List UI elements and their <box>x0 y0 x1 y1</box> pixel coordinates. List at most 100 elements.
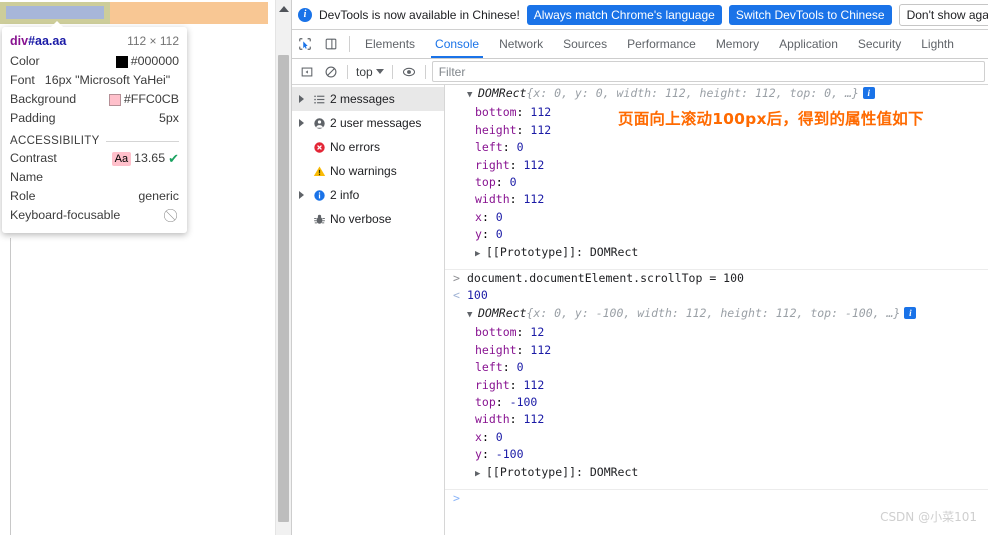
console-object-preview[interactable]: ▼ DOMRect{x: 0, y: -100, width: 112, heig… <box>445 305 988 324</box>
expand-arrow[interactable] <box>294 191 308 199</box>
sidebar-item-errors[interactable]: No errors <box>292 135 444 159</box>
info-badge-icon[interactable]: i <box>904 306 917 319</box>
property-colon: : <box>502 140 517 155</box>
expand-arrow[interactable] <box>294 119 308 127</box>
tooltip-padding-label: Padding <box>10 111 56 125</box>
page-vertical-scrollbar[interactable] <box>275 0 291 535</box>
tooltip-element-id: #aa <box>28 34 49 48</box>
property-colon: : <box>481 227 496 242</box>
tooltip-row-name: Name <box>10 168 179 187</box>
scrollbar-thumb[interactable] <box>278 55 289 522</box>
expand-triangle-icon[interactable]: ▶ <box>475 246 486 263</box>
toggle-console-sidebar-button[interactable] <box>295 60 319 84</box>
filter-input[interactable] <box>431 61 985 82</box>
collapse-triangle-icon[interactable]: ▼ <box>467 87 478 104</box>
tooltip-row-color: Color #000000 <box>10 52 179 71</box>
sidebar-item-verbose[interactable]: No verbose <box>292 207 444 231</box>
property-colon: : <box>509 377 524 392</box>
console-output[interactable]: ▼ DOMRect{x: 0, y: 0, width: 112, height:… <box>445 85 988 535</box>
tab-elements[interactable]: Elements <box>355 30 425 58</box>
sidebar-toggle-icon <box>301 67 313 76</box>
property-value: 112 <box>523 192 545 207</box>
tab-security[interactable]: Security <box>848 30 911 58</box>
console-toolbar: top <box>292 59 988 85</box>
always-match-chrome-language-button[interactable]: Always match Chrome's language <box>526 4 722 25</box>
eye-icon <box>402 67 415 76</box>
tab-application[interactable]: Application <box>769 30 848 58</box>
tooltip-background-label: Background <box>10 92 77 106</box>
prompt-marker-icon: > <box>453 490 460 505</box>
prototype-label: [[Prototype]]: DOMRect <box>486 244 639 259</box>
sidebar-item-messages[interactable]: 2 messages <box>292 87 444 111</box>
notification-message: DevTools is now available in Chinese! <box>319 7 520 22</box>
collapse-triangle-icon[interactable]: ▼ <box>467 307 478 324</box>
background-swatch-icon <box>108 93 121 106</box>
property-key: height <box>475 342 517 357</box>
dont-show-again-button[interactable]: Don't show again <box>898 3 988 26</box>
tooltip-header: div#aa.aa 112 × 112 <box>10 34 179 48</box>
create-live-expression-button[interactable] <box>397 60 421 84</box>
property-value: 0 <box>495 429 503 444</box>
tab-lighthouse[interactable]: Lighth <box>911 30 964 58</box>
tooltip-font-label: Font <box>10 73 35 87</box>
switch-devtools-to-chinese-button[interactable]: Switch DevTools to Chinese <box>728 4 892 25</box>
property-key: y <box>475 447 482 462</box>
property-key: bottom <box>475 105 517 120</box>
object-prototype-row[interactable]: ▶ [[Prototype]]: DOMRect <box>445 244 988 263</box>
property-key: y <box>475 227 482 242</box>
sidebar-item-label: 2 messages <box>330 92 395 106</box>
console-sidebar: 2 messages 2 user messages No errors No … <box>292 85 445 535</box>
contrast-sample-chip: Aa <box>111 151 132 166</box>
property-colon: : <box>509 412 524 427</box>
property-value: 12 <box>530 325 545 340</box>
toolbar-divider-1 <box>347 64 348 79</box>
object-property-row: width: 112 <box>445 191 988 208</box>
object-property-row: right: 112 <box>445 377 988 394</box>
sidebar-item-warnings[interactable]: No warnings <box>292 159 444 183</box>
inspect-element-button[interactable] <box>292 30 318 58</box>
error-icon <box>308 141 330 154</box>
tab-network[interactable]: Network <box>489 30 553 58</box>
property-colon: : <box>516 105 531 120</box>
tooltip-row-role: Role generic <box>10 187 179 206</box>
property-key: top <box>475 394 496 409</box>
sidebar-item-user-messages[interactable]: 2 user messages <box>292 111 444 135</box>
property-key: width <box>475 412 510 427</box>
object-prototype-row[interactable]: ▶ [[Prototype]]: DOMRect <box>445 464 988 483</box>
property-value: 112 <box>530 342 552 357</box>
element-inspector-tooltip: div#aa.aa 112 × 112 Color #000000 Font 1… <box>2 21 187 233</box>
sidebar-item-info[interactable]: 2 info <box>292 183 444 207</box>
tab-sources[interactable]: Sources <box>553 30 617 58</box>
scrollbar-up-arrow-icon[interactable] <box>279 6 289 12</box>
clear-console-button[interactable] <box>319 60 343 84</box>
contrast-value-group: Aa 13.65 ✔︎ <box>111 149 179 168</box>
execution-context-selector[interactable]: top <box>352 65 388 79</box>
object-property-row: x: 0 <box>445 209 988 226</box>
toolbar-divider-2 <box>391 64 393 79</box>
property-colon: : <box>502 360 517 375</box>
expand-arrow[interactable] <box>294 95 308 103</box>
tab-bar-divider <box>349 36 350 52</box>
info-icon: i <box>298 7 312 22</box>
user-icon <box>308 117 330 130</box>
expand-triangle-icon[interactable]: ▶ <box>475 466 486 483</box>
console-prompt-row[interactable]: > <box>445 488 988 507</box>
property-colon: : <box>509 192 524 207</box>
prototype-label: [[Prototype]]: DOMRect <box>486 464 639 479</box>
divider-line <box>105 140 179 142</box>
property-value: 112 <box>523 412 545 427</box>
devtools-tab-bar: Elements Console Network Sources Perform… <box>292 30 988 59</box>
tab-performance[interactable]: Performance <box>617 30 706 58</box>
tooltip-row-contrast: Contrast Aa 13.65 ✔︎ <box>10 149 179 168</box>
result-value: 100 <box>467 288 488 303</box>
object-property-row: y: -100 <box>445 446 988 463</box>
property-value: 0 <box>509 175 517 190</box>
property-key: width <box>475 192 510 207</box>
info-badge-icon[interactable]: i <box>862 87 875 99</box>
tab-console[interactable]: Console <box>425 30 489 58</box>
property-value: 0 <box>495 209 503 224</box>
toggle-device-toolbar-button[interactable] <box>318 30 344 58</box>
console-object-preview[interactable]: ▼ DOMRect{x: 0, y: 0, width: 112, height:… <box>445 85 988 104</box>
tab-memory[interactable]: Memory <box>706 30 769 58</box>
devtools-screenshot: div#aa.aa 112 × 112 Color #000000 Font 1… <box>0 0 988 535</box>
